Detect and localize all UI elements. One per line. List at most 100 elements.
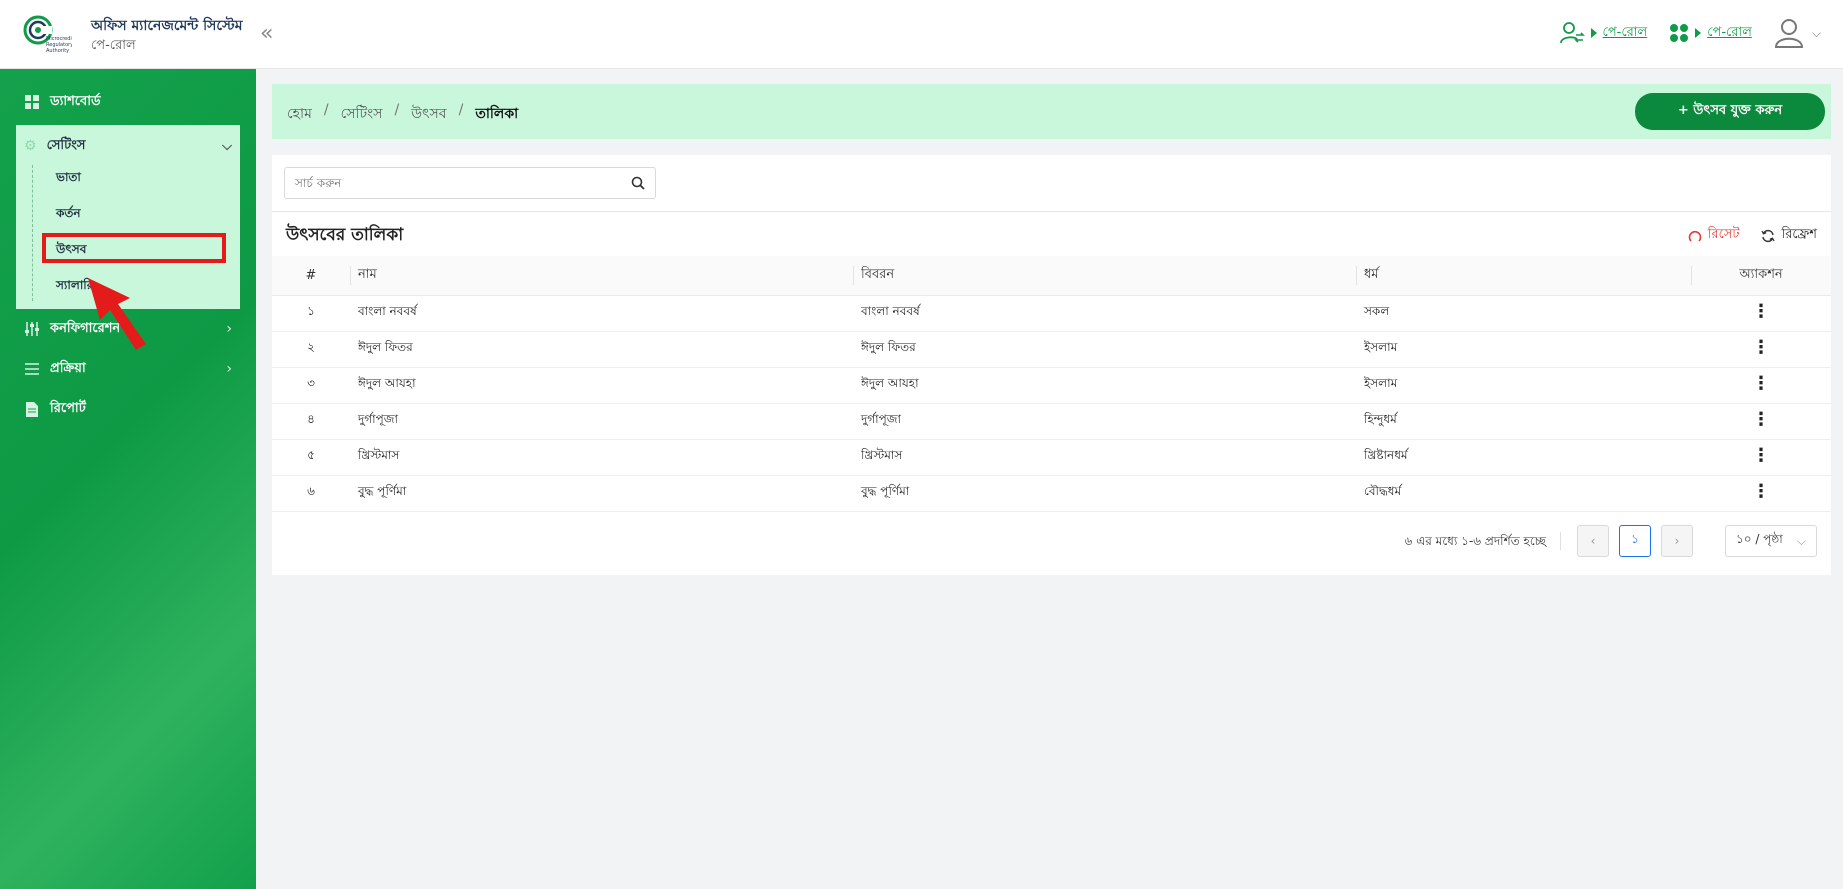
cell-religion: ইসলাম	[1356, 367, 1691, 404]
collapse-sidebar-icon[interactable]: «	[260, 21, 273, 46]
sidebar-label-report: রিপোর্ট	[50, 400, 86, 416]
cell-num: ৬	[272, 475, 350, 512]
user-swap-icon	[1559, 22, 1585, 44]
sidebar-item-process[interactable]: প্রক্রিয়া ›	[16, 354, 240, 384]
user-menu[interactable]: ⌵	[1774, 18, 1821, 48]
payroll-link-label: পে-রোল	[1602, 24, 1648, 40]
cell-action: ⋮	[1691, 295, 1831, 332]
chevron-down-icon: ⌵	[1796, 533, 1806, 548]
table-row: ৩ ঈদুল আযহা ঈদুল আযহা ইসলাম ⋮	[272, 367, 1831, 404]
cell-action: ⋮	[1691, 475, 1831, 512]
col-header-action: অ্যাকশন	[1691, 256, 1831, 296]
sidebar-item-dashboard[interactable]: ড্যাশবোর্ড	[16, 87, 240, 117]
pagination-info: ৬ এর মধ্যে ১-৬ প্রদর্শিত হচ্ছে	[1405, 532, 1561, 550]
payroll-apps-label: পে-রোল	[1707, 24, 1752, 40]
sidebar-subitem-allowance[interactable]: ভাতা	[56, 169, 81, 189]
festival-table: # নাম বিবরন ধর্ম অ্যাকশন ১ বাংলা নববর্ষ …	[272, 256, 1831, 512]
cell-name: বুদ্ধ পূর্ণিমা	[350, 475, 853, 512]
document-icon	[24, 401, 40, 417]
sidebar-subitem-deduction[interactable]: কর্তন	[56, 205, 81, 225]
chevron-down-icon: ⌵	[1811, 25, 1821, 40]
pointer-arrow-icon	[88, 278, 146, 350]
reset-button[interactable]: রিসেট	[1688, 225, 1740, 246]
more-options-icon[interactable]: ⋮	[1752, 411, 1770, 429]
more-options-icon[interactable]: ⋮	[1752, 447, 1770, 465]
cell-action: ⋮	[1691, 367, 1831, 404]
more-options-icon[interactable]: ⋮	[1752, 303, 1770, 321]
cell-description: বুদ্ধ পূর্ণিমা	[853, 475, 1356, 512]
next-page-button[interactable]: ›	[1661, 525, 1693, 557]
table-header-row: # নাম বিবরন ধর্ম অ্যাকশন	[272, 256, 1831, 296]
cell-description: ঈদুল ফিতর	[853, 331, 1356, 368]
more-options-icon[interactable]: ⋮	[1752, 375, 1770, 393]
table-row: ৬ বুদ্ধ পূর্ণিমা বুদ্ধ পূর্ণিমা বৌদ্ধধর্…	[272, 475, 1831, 512]
search-input[interactable]	[285, 176, 621, 190]
cell-description: ঈদুল আযহা	[853, 367, 1356, 404]
pagination: ৬ এর মধ্যে ১-৬ প্রদর্শিত হচ্ছে ‹ ১ › ১০ …	[1405, 525, 1817, 557]
gear-icon: ⚙	[24, 138, 37, 154]
chevron-right-icon: ›	[1674, 534, 1680, 548]
col-header-name: নাম	[350, 256, 853, 296]
list-title: উৎসবের তালিকা	[286, 225, 404, 245]
chevron-right-icon: ›	[226, 361, 232, 377]
more-options-icon[interactable]: ⋮	[1752, 483, 1770, 501]
cell-religion: ইসলাম	[1356, 331, 1691, 368]
cell-religion: হিন্দুধর্ম	[1356, 403, 1691, 440]
sidebar-label-settings: সেটিংস	[46, 137, 86, 153]
sliders-icon	[24, 321, 40, 337]
prev-page-button[interactable]: ‹	[1577, 525, 1609, 557]
sidebar-label-dashboard: ড্যাশবোর্ড	[50, 93, 101, 109]
more-options-icon[interactable]: ⋮	[1752, 339, 1770, 357]
svg-text:Authority: Authority	[46, 48, 69, 54]
search-icon[interactable]	[621, 168, 655, 198]
app-subtitle: পে-রোল	[91, 38, 136, 53]
payroll-switch-link[interactable]: পে-রোল	[1559, 21, 1648, 45]
cell-religion: খ্রিষ্টানধর্ম	[1356, 439, 1691, 476]
table-row: ১ বাংলা নববর্ষ বাংলা নববর্ষ সকল ⋮	[272, 295, 1831, 332]
chevron-down-icon: ⌵	[222, 138, 232, 154]
add-festival-button[interactable]: + উৎসব যুক্ত করুন	[1635, 93, 1825, 130]
dashboard-icon	[24, 94, 40, 110]
breadcrumb-separator: /	[394, 102, 400, 118]
cell-name: খ্রিস্টমাস	[350, 439, 853, 476]
refresh-icon	[1761, 229, 1776, 242]
refresh-button[interactable]: রিফ্রেশ	[1761, 225, 1817, 246]
page-number-button[interactable]: ১	[1619, 525, 1651, 557]
caret-right-icon	[1695, 28, 1702, 38]
cell-description: বাংলা নববর্ষ	[853, 295, 1356, 332]
col-header-description: বিবরন	[853, 256, 1356, 296]
reset-label: রিসেট	[1707, 227, 1740, 242]
highlight-box	[42, 233, 226, 263]
col-header-num: #	[272, 256, 350, 296]
reset-icon	[1688, 230, 1701, 242]
cell-action: ⋮	[1691, 439, 1831, 476]
cell-name: ঈদুল আযহা	[350, 367, 853, 404]
breadcrumb-separator: /	[458, 102, 464, 118]
breadcrumb-settings[interactable]: সেটিংস	[341, 102, 383, 126]
cell-action: ⋮	[1691, 331, 1831, 368]
chevron-left-icon: ‹	[1590, 534, 1596, 548]
cell-name: বাংলা নববর্ষ	[350, 295, 853, 332]
cell-num: ২	[272, 331, 350, 368]
apps-grid-icon	[1670, 24, 1689, 42]
logo: Microcredit Regulatory Authority	[23, 15, 72, 54]
top-header: Microcredit Regulatory Authority অফিস ম্…	[0, 0, 1843, 69]
breadcrumb-festival[interactable]: উৎসব	[411, 102, 446, 126]
table-row: ৫ খ্রিস্টমাস খ্রিস্টমাস খ্রিষ্টানধর্ম ⋮	[272, 439, 1831, 476]
sidebar-label-process: প্রক্রিয়া	[50, 360, 86, 376]
cell-religion: বৌদ্ধধর্ম	[1356, 475, 1691, 512]
refresh-label: রিফ্রেশ	[1781, 227, 1817, 242]
cell-description: দুর্গাপূজা	[853, 403, 1356, 440]
chevron-right-icon: ›	[226, 321, 232, 337]
table-row: ৪ দুর্গাপূজা দুর্গাপূজা হিন্দুধর্ম ⋮	[272, 403, 1831, 440]
cell-num: ৪	[272, 403, 350, 440]
sidebar-item-settings[interactable]: ⚙ সেটিংস ⌵	[16, 131, 240, 161]
breadcrumb-home[interactable]: হোম	[287, 102, 312, 126]
divider	[272, 211, 1831, 212]
tree-line	[32, 165, 33, 301]
breadcrumb-current: তালিকা	[475, 106, 519, 122]
breadcrumb: হোম / সেটিংস / উৎসব / তালিকা	[287, 102, 518, 126]
page-size-select[interactable]: ১০ / পৃষ্ঠা ⌵	[1725, 525, 1817, 557]
sidebar-item-report[interactable]: রিপোর্ট	[16, 394, 240, 424]
payroll-apps-link[interactable]: পে-রোল	[1669, 23, 1752, 44]
